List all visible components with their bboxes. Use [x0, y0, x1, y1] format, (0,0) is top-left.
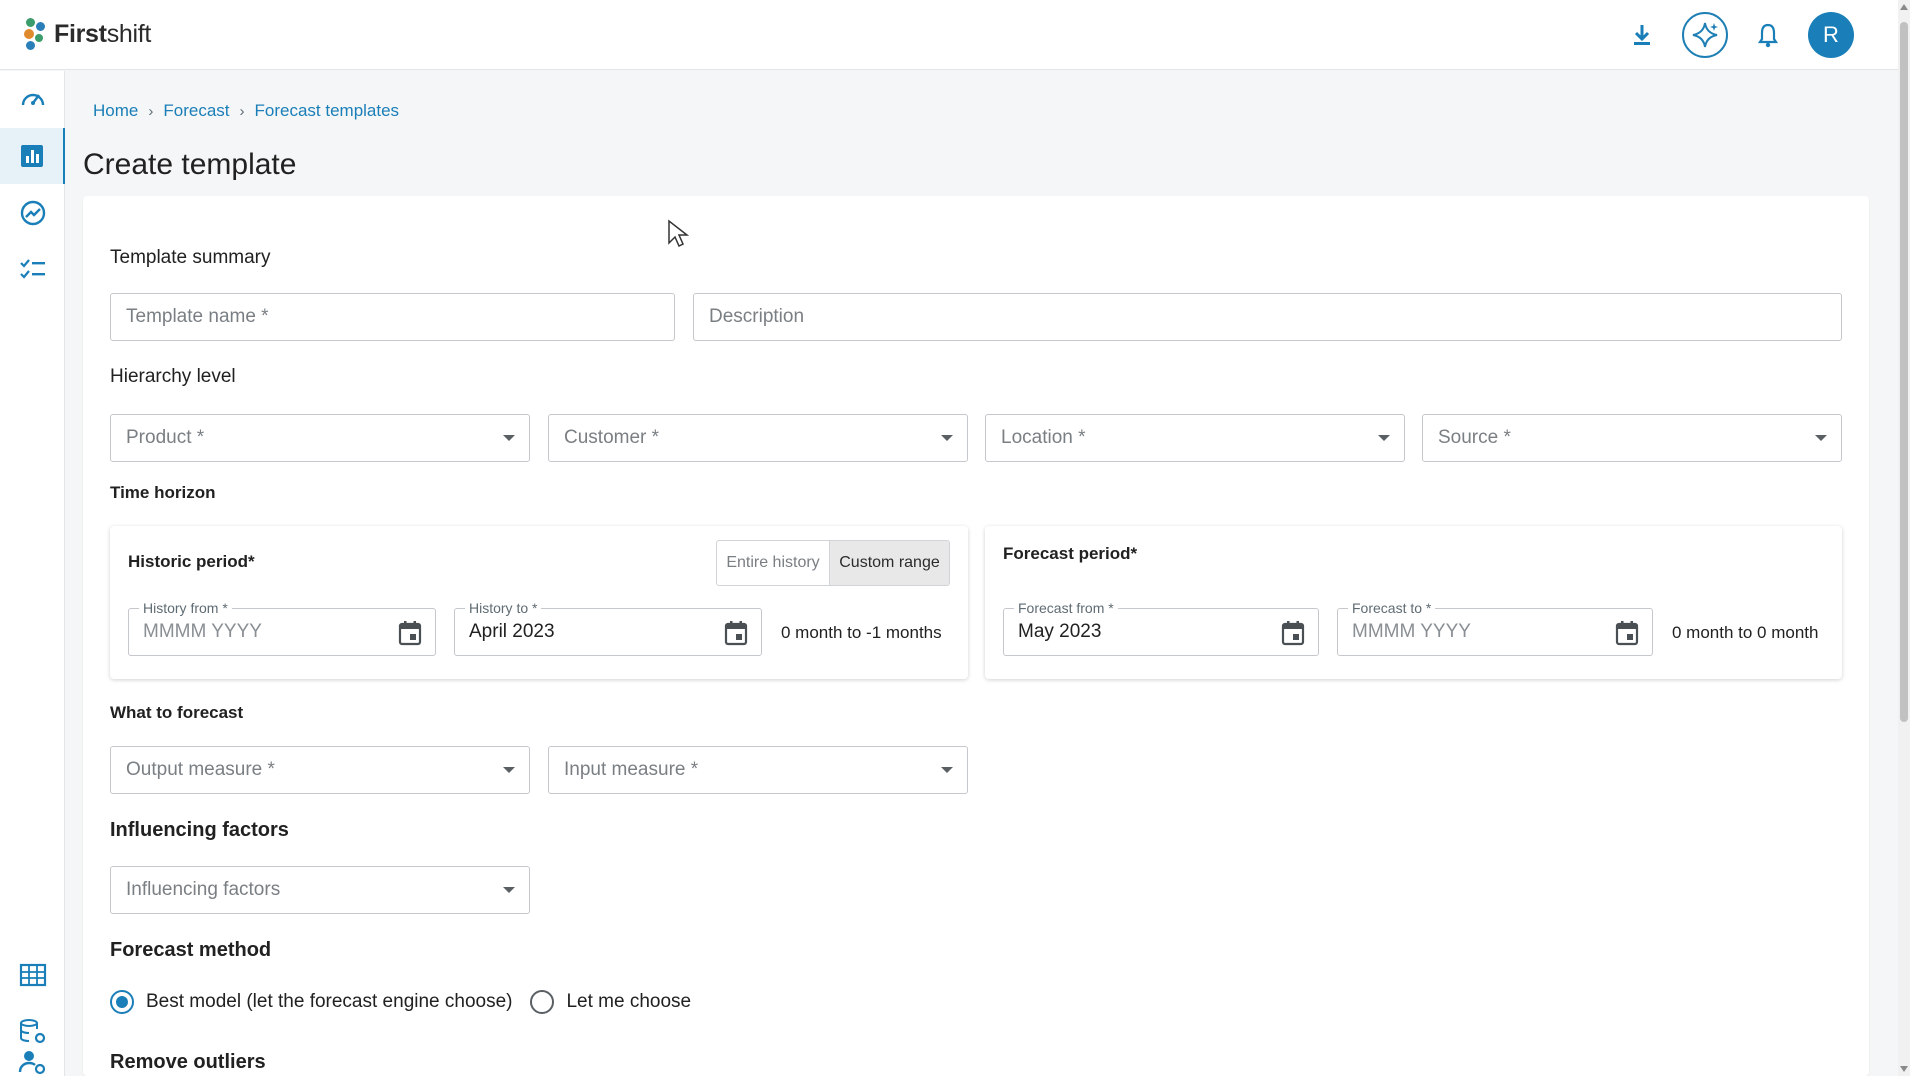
history-to-field[interactable]: History to * April 2023 — [454, 600, 762, 656]
ai-assistant-icon[interactable] — [1682, 12, 1728, 58]
history-to-value: April 2023 — [469, 621, 555, 642]
user-gear-icon — [18, 1051, 45, 1075]
custom-range-option[interactable]: Custom range — [829, 541, 949, 585]
sidebar-item-organization[interactable] — [0, 947, 65, 1003]
calendar-icon[interactable] — [1281, 620, 1305, 646]
entire-history-option[interactable]: Entire history — [717, 541, 829, 585]
breadcrumb-forecast-templates[interactable]: Forecast templates — [255, 101, 400, 121]
sidebar-item-dashboard[interactable] — [0, 71, 65, 127]
customer-select[interactable]: Customer * — [548, 414, 968, 462]
output-measure-select[interactable]: Output measure * — [110, 746, 530, 794]
chevron-down-icon — [503, 887, 515, 893]
historic-period-title: Historic period* — [128, 552, 255, 571]
let-me-choose-label[interactable]: Let me choose — [566, 991, 691, 1013]
forecast-period-panel: Forecast period* Forecast from * May 202… — [985, 526, 1842, 679]
history-range-toggle: Entire history Custom range — [716, 540, 950, 586]
forecast-from-value: May 2023 — [1018, 621, 1102, 642]
best-model-label[interactable]: Best model (let the forecast engine choo… — [146, 991, 512, 1013]
logo-mark-icon — [22, 16, 48, 52]
history-from-field[interactable]: History from * MMMM YYYY — [128, 600, 436, 656]
scroll-thumb[interactable] — [1900, 22, 1908, 722]
breadcrumb-forecast[interactable]: Forecast — [163, 101, 229, 121]
notification-bell-icon[interactable] — [1750, 17, 1786, 53]
sidebar — [0, 71, 65, 1076]
forecast-to-label: Forecast to * — [1348, 600, 1436, 616]
calendar-icon[interactable] — [724, 620, 748, 646]
user-avatar[interactable]: R — [1808, 12, 1854, 58]
sidebar-item-forecast[interactable] — [0, 128, 65, 184]
influencing-factors-select[interactable]: Influencing factors — [110, 866, 530, 914]
sidebar-item-tasks[interactable] — [0, 242, 65, 298]
forecast-from-field[interactable]: Forecast from * May 2023 — [1003, 600, 1319, 656]
description-input[interactable]: Description — [693, 293, 1842, 341]
template-summary-label: Template summary — [110, 247, 271, 268]
bar-chart-icon — [20, 145, 43, 167]
forecast-to-field[interactable]: Forecast to * MMMM YYYY — [1337, 600, 1653, 656]
chevron-down-icon — [941, 435, 953, 441]
building-icon — [19, 963, 46, 987]
breadcrumb-home[interactable]: Home — [93, 101, 138, 121]
let-me-choose-radio[interactable] — [530, 990, 555, 1014]
page-title: Create template — [83, 148, 297, 181]
database-gear-icon — [19, 1019, 45, 1044]
forecast-period-title: Forecast period* — [1003, 544, 1138, 563]
hierarchy-level-label: Hierarchy level — [110, 366, 236, 387]
chevron-down-icon — [503, 767, 515, 773]
create-template-form: Template summary Template name * Descrip… — [83, 196, 1869, 1076]
breadcrumb-separator: › — [239, 102, 245, 120]
scroll-down-icon[interactable] — [1900, 1066, 1908, 1072]
page-scrollbar[interactable] — [1898, 0, 1910, 1076]
forecast-method-options: Best model (let the forecast engine choo… — [110, 990, 691, 1014]
template-name-input[interactable]: Template name * — [110, 293, 675, 341]
location-select[interactable]: Location * — [985, 414, 1405, 462]
top-bar: Firstshift R — [0, 0, 1898, 70]
chevron-down-icon — [1815, 435, 1827, 441]
firstshift-logo[interactable]: Firstshift — [22, 16, 151, 52]
product-select[interactable]: Product * — [110, 414, 530, 462]
chevron-down-icon — [1378, 435, 1390, 441]
what-to-forecast-label: What to forecast — [110, 703, 244, 722]
breadcrumb-separator: › — [148, 102, 154, 120]
forecast-to-placeholder: MMMM YYYY — [1352, 621, 1471, 642]
sidebar-item-analytics[interactable] — [0, 185, 65, 241]
calendar-icon[interactable] — [1615, 620, 1639, 646]
influencing-factors-label: Influencing factors — [110, 819, 289, 841]
breadcrumb: Home › Forecast › Forecast templates — [93, 101, 399, 121]
history-from-label: History from * — [139, 600, 232, 616]
trend-circle-icon — [20, 200, 45, 226]
calendar-icon[interactable] — [398, 620, 422, 646]
scroll-up-icon[interactable] — [1900, 4, 1908, 10]
forecast-method-label: Forecast method — [110, 939, 272, 961]
chevron-down-icon — [503, 435, 515, 441]
remove-outliers-label: Remove outliers — [110, 1051, 266, 1073]
mouse-pointer-icon — [668, 219, 689, 248]
chevron-down-icon — [941, 767, 953, 773]
history-from-placeholder: MMMM YYYY — [143, 621, 262, 642]
history-to-label: History to * — [465, 600, 542, 616]
forecast-range-text: 0 month to 0 month — [1672, 623, 1819, 642]
brand-name: Firstshift — [54, 19, 152, 48]
historic-period-panel: Historic period* Entire history Custom r… — [110, 526, 968, 679]
input-measure-select[interactable]: Input measure * — [548, 746, 968, 794]
speedometer-icon — [21, 93, 44, 106]
best-model-radio[interactable] — [110, 990, 134, 1014]
download-icon[interactable] — [1624, 17, 1660, 53]
forecast-from-label: Forecast from * — [1014, 600, 1118, 616]
sidebar-item-user-settings[interactable] — [0, 1051, 65, 1076]
time-horizon-label: Time horizon — [110, 483, 216, 502]
history-range-text: 0 month to -1 months — [781, 623, 942, 642]
checklist-icon — [19, 259, 45, 279]
source-select[interactable]: Source * — [1422, 414, 1842, 462]
